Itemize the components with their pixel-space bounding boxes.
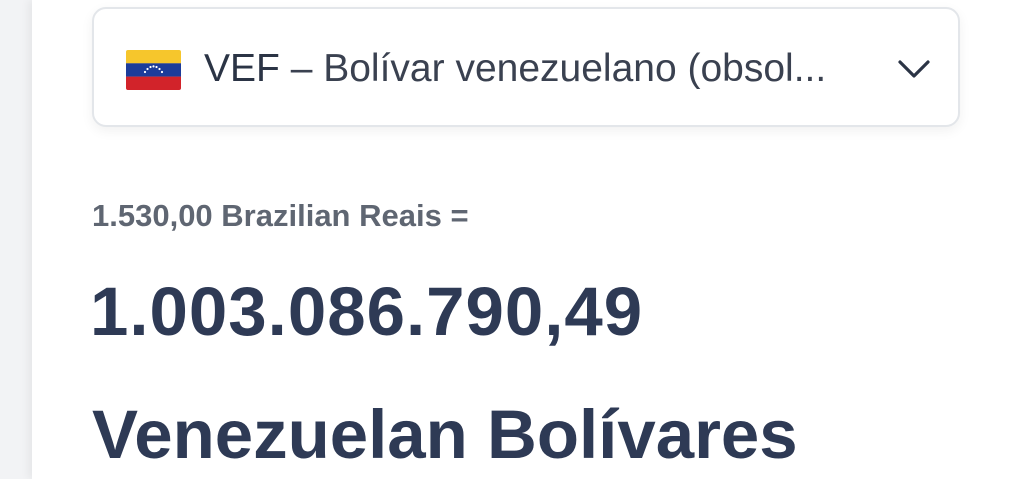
currency-separator: – [279,47,324,90]
currency-full-name: Bolívar venezuelano (obsol... [323,47,827,90]
converted-amount: 1.003.086.790,49 [90,273,644,350]
source-amount-text: 1.530,00 Brazilian Reais = [92,198,469,233]
chevron-down-icon[interactable] [896,57,932,81]
converter-panel: VEF – Bolívar venezuelano (obsol... 1.53… [32,0,1009,479]
selected-currency-label: VEF – Bolívar venezuelano (obsol... [204,45,864,93]
target-currency-select[interactable]: VEF – Bolívar venezuelano (obsol... [92,7,960,127]
venezuela-flag-icon [126,50,181,90]
converted-currency-name: Venezuelan Bolívares [92,396,798,473]
currency-code: VEF [204,47,280,90]
